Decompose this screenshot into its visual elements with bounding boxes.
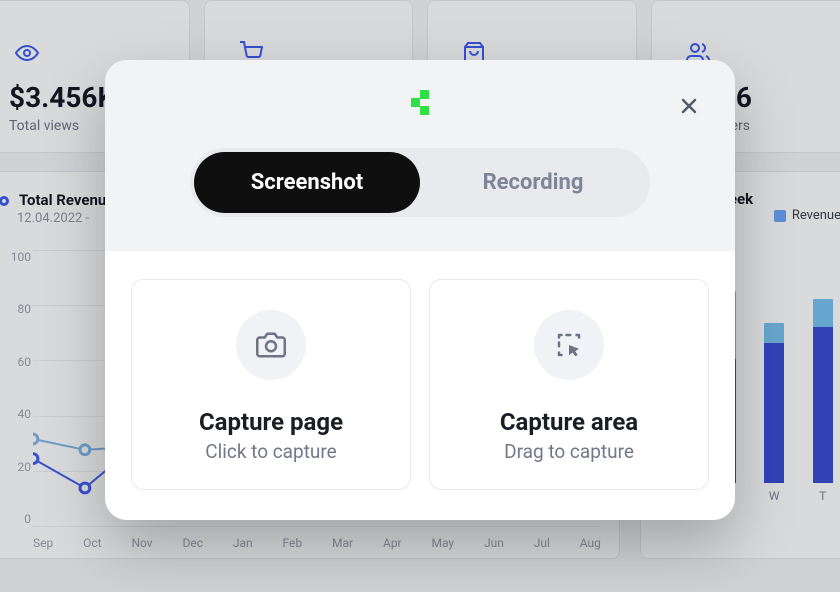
tab-recording[interactable]: Recording <box>420 152 646 213</box>
app-logo-icon <box>409 90 431 116</box>
option-title: Capture area <box>442 408 696 436</box>
modal-header: Screenshot Recording <box>105 60 735 251</box>
capture-area-option[interactable]: Capture area Drag to capture <box>429 279 709 490</box>
option-sub: Drag to capture <box>442 440 696 463</box>
close-button[interactable] <box>671 88 707 124</box>
selection-cursor-icon <box>534 310 604 380</box>
capture-modal: Screenshot Recording Capture page Click … <box>105 60 735 520</box>
tab-screenshot[interactable]: Screenshot <box>194 152 420 213</box>
mode-segmented-control: Screenshot Recording <box>190 148 650 217</box>
close-icon <box>677 94 701 118</box>
option-sub: Click to capture <box>144 440 398 463</box>
camera-icon <box>236 310 306 380</box>
option-title: Capture page <box>144 408 398 436</box>
modal-body: Capture page Click to capture Capture ar… <box>105 251 735 520</box>
capture-page-option[interactable]: Capture page Click to capture <box>131 279 411 490</box>
